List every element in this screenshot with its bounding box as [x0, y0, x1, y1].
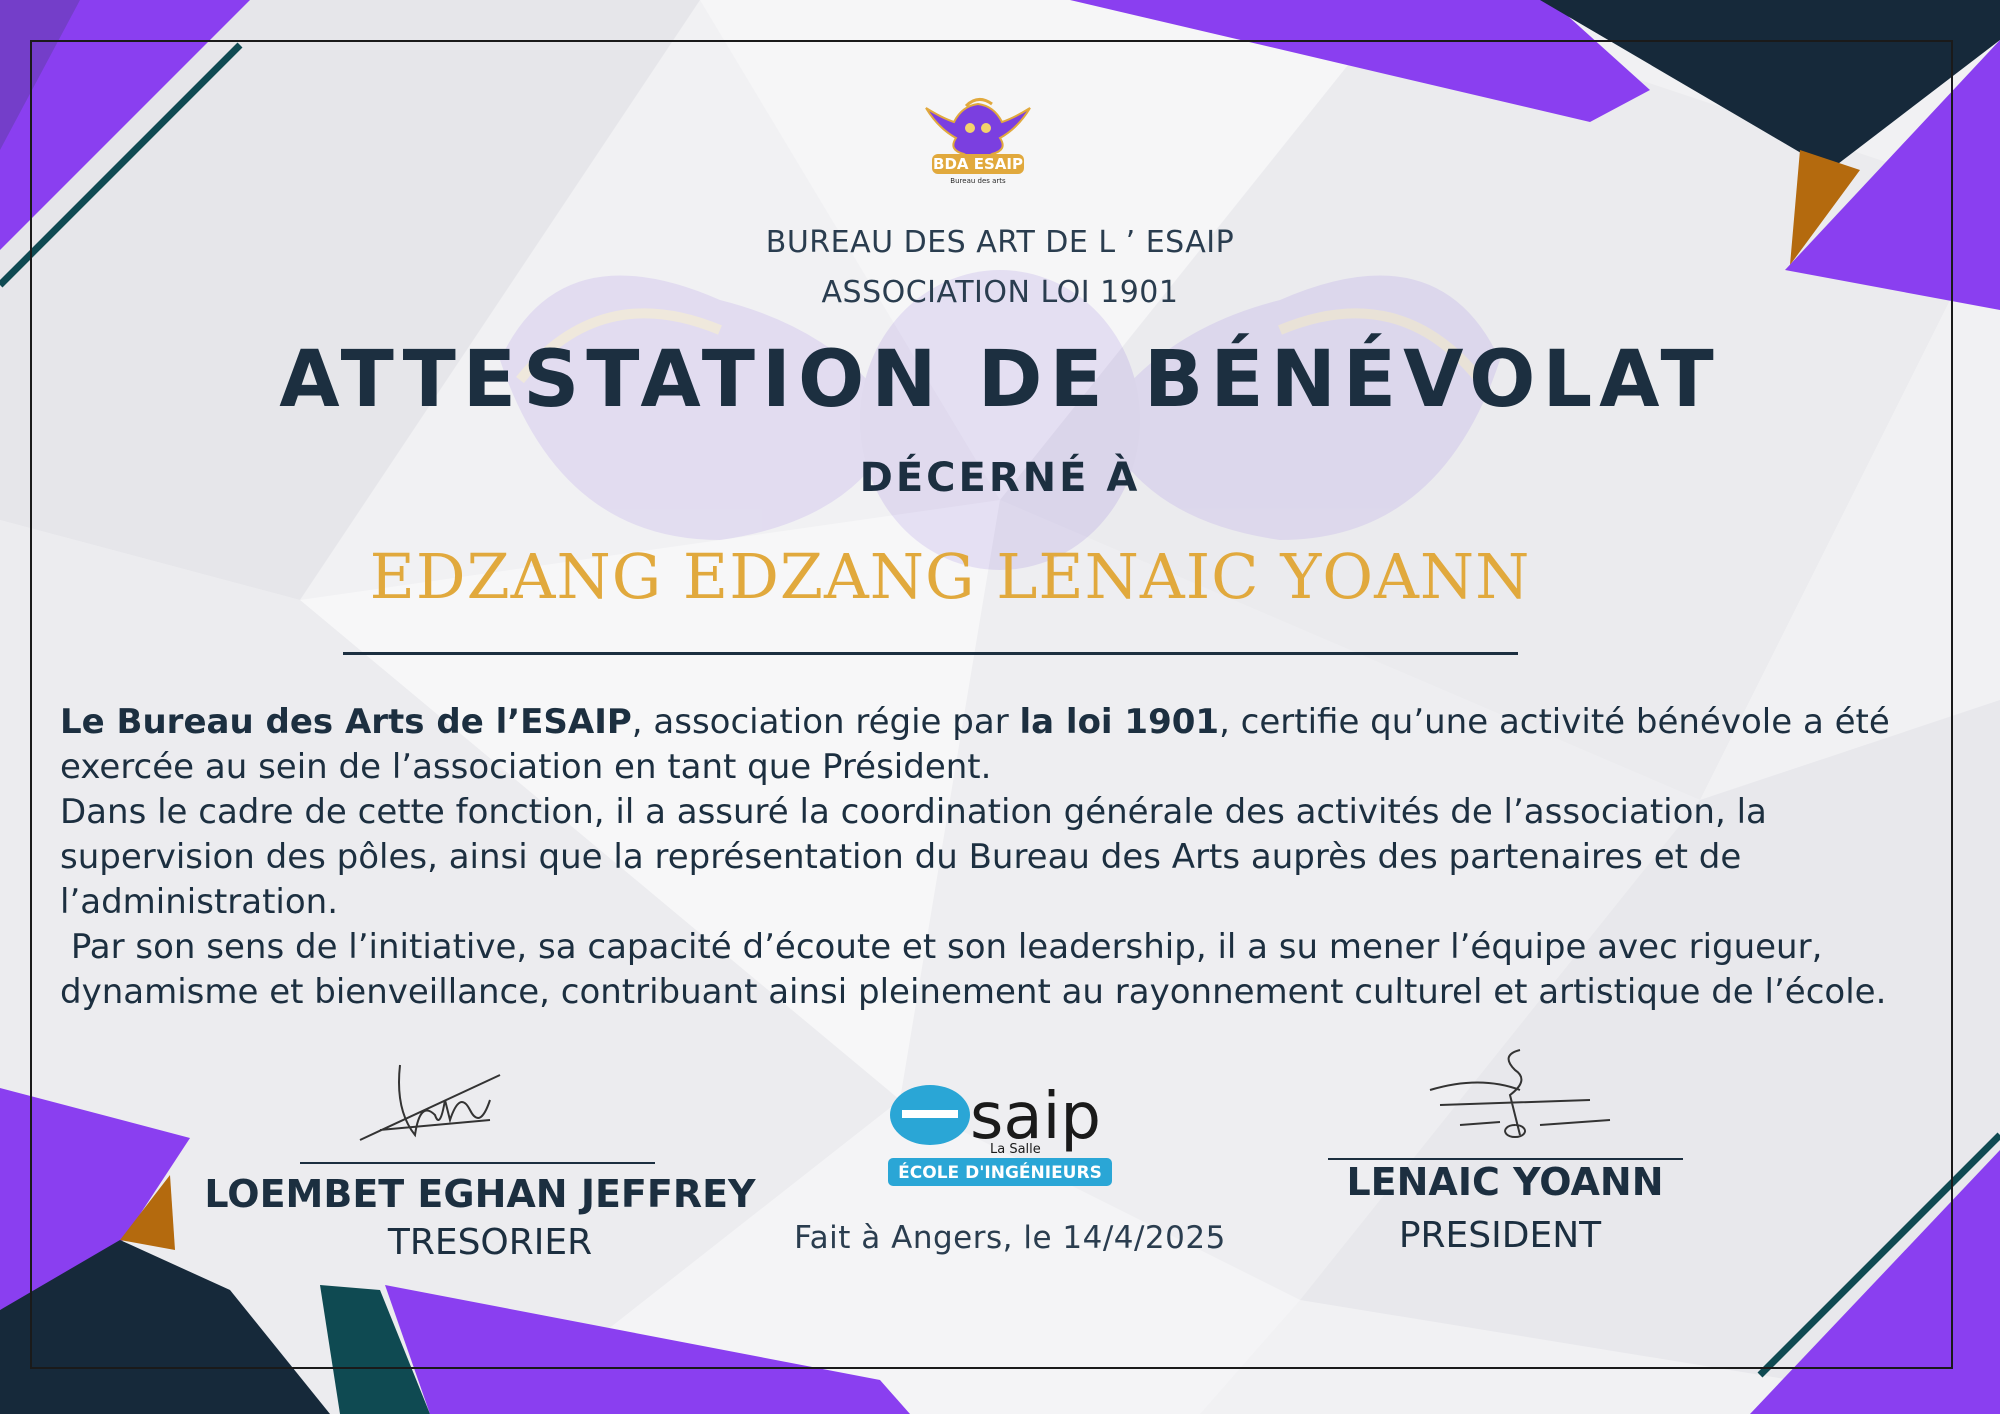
esaip-sub: La Salle [990, 1142, 1041, 1157]
owl-mascot-logo-icon: BDA ESAIP Bureau des arts [925, 98, 1031, 185]
body-law-reference: la loi 1901 [1019, 702, 1220, 742]
president-signature [1429, 1049, 1611, 1138]
recipient-name-underline [343, 652, 1518, 655]
treasurer-signature-line [300, 1162, 655, 1164]
treasurer-name: LOEMBET EGHAN JEFFREY [204, 1172, 756, 1216]
treasurer-role: TRESORIER [387, 1222, 593, 1263]
organization-header: BUREAU DES ART DE L ’ ESAIP ASSOCIATION … [0, 218, 2000, 318]
awarded-to-label: DÉCERNÉ À [859, 455, 1141, 501]
body-org-name: Le Bureau des Arts de l’ESAIP [60, 702, 632, 742]
bda-logo-subtext: Bureau des arts [950, 177, 1006, 185]
certificate-title: ATTESTATION DE BÉNÉVOLAT [279, 335, 1721, 425]
body-paragraph-3: Par son sens de l’initiative, sa capacit… [60, 927, 1887, 1012]
certificate-body: Le Bureau des Arts de l’ESAIP, associati… [60, 700, 1890, 1015]
body-text-segment: , association régie par [631, 702, 1020, 742]
recipient-name: EDZANG EDZANG LENAIC YOANN [369, 540, 1531, 613]
body-paragraph-2: Dans le cadre de cette fonction, il a as… [60, 792, 1767, 922]
org-line-1: BUREAU DES ART DE L ’ ESAIP [765, 225, 1235, 260]
org-line-2: ASSOCIATION LOI 1901 [821, 275, 1179, 310]
president-role: PRESIDENT [1398, 1215, 1602, 1256]
esaip-logo-icon: saip La Salle ÉCOLE D'INGÉNIEURS [888, 1080, 1112, 1186]
esaip-badge: ÉCOLE D'INGÉNIEURS [898, 1161, 1102, 1183]
place-and-date: Fait à Angers, le 14/4/2025 [794, 1220, 1226, 1256]
bda-logo-text: BDA ESAIP [933, 155, 1023, 173]
president-name: LENAIC YOANN [1346, 1160, 1664, 1204]
treasurer-signature [359, 1064, 501, 1141]
body-paragraph-1: Le Bureau des Arts de l’ESAIP, associati… [60, 700, 1890, 790]
